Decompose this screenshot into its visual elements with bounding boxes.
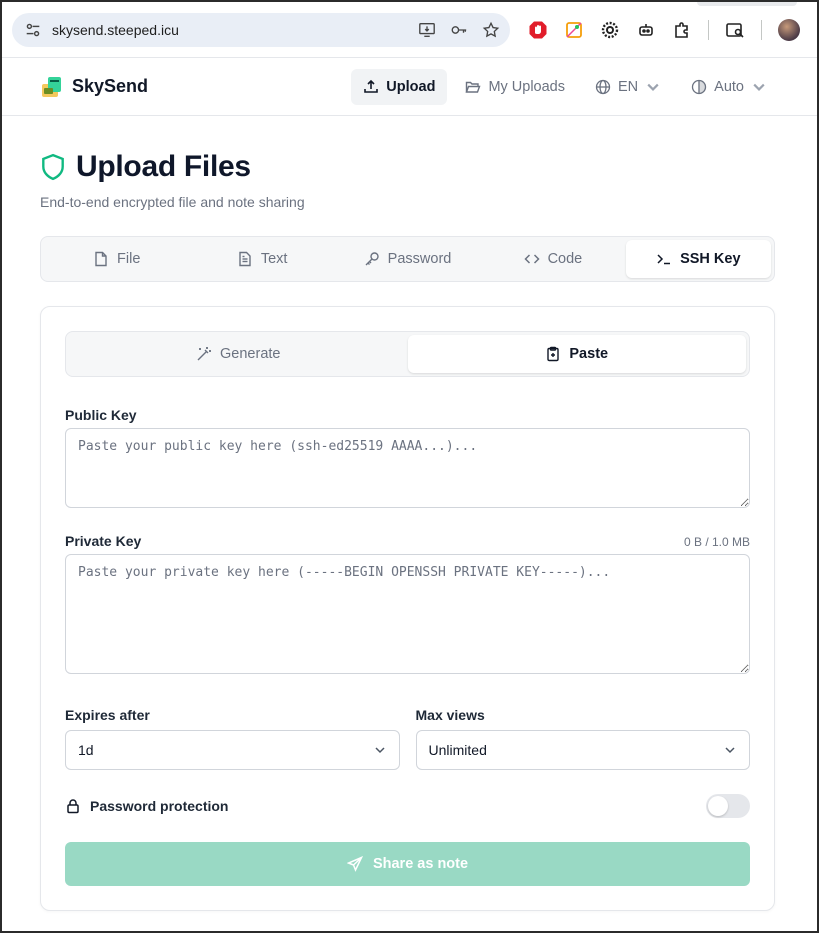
tab-ssh-key[interactable]: SSH Key: [625, 240, 772, 278]
share-as-note-button[interactable]: Share as note: [65, 842, 750, 886]
max-views-label: Max views: [415, 707, 485, 723]
public-key-label: Public Key: [65, 407, 137, 423]
subtab-generate[interactable]: Generate: [69, 335, 408, 373]
expires-field: Expires after 1d: [65, 707, 400, 770]
nav-upload[interactable]: Upload: [351, 68, 448, 105]
skysend-logo-icon: [42, 76, 61, 97]
main-nav: Upload My Uploads EN Auto: [351, 68, 779, 105]
tab-code-label: Code: [547, 251, 583, 267]
main-content: Upload Files End-to-end encrypted file a…: [2, 116, 817, 911]
profile-avatar[interactable]: [778, 18, 800, 41]
toggle-knob: [708, 796, 728, 816]
folder-open-icon: [465, 81, 481, 93]
tab-text[interactable]: Text: [189, 240, 334, 278]
file-icon: [95, 251, 107, 267]
color-picker-extension-icon[interactable]: [564, 20, 584, 40]
chevron-down-icon: [647, 83, 659, 91]
code-icon: [524, 254, 540, 264]
private-key-field: Private Key 0 B / 1.0 MB: [65, 533, 750, 679]
chevron-down-icon: [374, 747, 385, 754]
tab-code[interactable]: Code: [480, 240, 625, 278]
send-icon: [346, 856, 363, 872]
nav-my-uploads-label: My Uploads: [488, 78, 565, 95]
gear-extension-icon[interactable]: [600, 20, 620, 40]
install-app-icon[interactable]: [418, 21, 436, 39]
address-bar[interactable]: skysend.steeped.icu: [12, 12, 510, 47]
language-selector[interactable]: EN: [583, 69, 673, 105]
expires-select[interactable]: 1d: [65, 730, 400, 770]
page-subtitle: End-to-end encrypted file and note shari…: [40, 194, 305, 210]
text-file-icon: [239, 251, 251, 267]
upload-icon: [364, 79, 379, 93]
private-key-label: Private Key: [65, 533, 142, 549]
private-key-label-row: Private Key 0 B / 1.0 MB: [65, 533, 750, 549]
tab-password-label: Password: [387, 251, 452, 267]
toolbar-separator: [708, 19, 709, 40]
subtab-paste[interactable]: Paste: [407, 335, 746, 373]
max-views-select[interactable]: Unlimited: [415, 730, 750, 770]
public-key-label-row: Public Key: [65, 407, 750, 423]
browser-toolbar: skysend.steeped.icu: [2, 2, 817, 58]
theme-selector[interactable]: Auto: [679, 69, 779, 105]
page-title-row: Upload Files: [40, 150, 775, 184]
password-protection-label-group: Password protection: [65, 798, 228, 814]
tab-file[interactable]: File: [44, 240, 189, 278]
tab-password[interactable]: Password: [335, 240, 480, 278]
nav-upload-label: Upload: [386, 78, 436, 95]
bookmark-star-icon[interactable]: [482, 21, 500, 39]
window-tab-strip: [697, 2, 797, 6]
nav-my-uploads[interactable]: My Uploads: [453, 69, 577, 105]
clipboard-icon: [547, 346, 560, 362]
shield-icon: [42, 153, 64, 181]
password-key-icon[interactable]: [450, 21, 468, 39]
lock-icon: [67, 799, 79, 814]
magic-wand-icon: [197, 347, 212, 361]
extensions-puzzle-icon[interactable]: [672, 20, 692, 40]
theme-label: Auto: [714, 78, 744, 95]
public-key-textarea[interactable]: [65, 428, 750, 508]
options-row: Expires after 1d Max views Unlimited: [65, 707, 750, 770]
max-views-value: Unlimited: [428, 742, 487, 758]
chevron-down-icon: [753, 83, 765, 91]
robot-extension-icon[interactable]: [636, 20, 656, 40]
terminal-icon: [657, 254, 671, 265]
adblock-extension-icon[interactable]: [528, 20, 548, 40]
subtab-paste-label: Paste: [569, 346, 609, 362]
brand[interactable]: SkySend: [40, 75, 148, 99]
key-icon: [365, 252, 379, 266]
page-title: Upload Files: [76, 150, 251, 183]
password-protection-row: Password protection: [65, 794, 750, 818]
chevron-down-icon: [725, 747, 735, 754]
tab-file-label: File: [117, 251, 141, 267]
tab-search-icon[interactable]: [725, 20, 745, 40]
password-protection-toggle[interactable]: [706, 794, 750, 818]
app-header: SkySend Upload My Uploads EN Auto: [2, 58, 817, 116]
expires-label: Expires after: [65, 707, 150, 723]
ssh-key-form-card: Generate Paste Public Key Private Key 0 …: [40, 306, 775, 911]
expires-value: 1d: [78, 742, 94, 758]
globe-icon: [595, 79, 611, 94]
tab-text-label: Text: [260, 251, 288, 267]
upload-type-tabs: File Text Password Code SSH Key: [40, 236, 775, 282]
language-label: EN: [618, 78, 639, 95]
subtab-generate-label: Generate: [220, 346, 281, 362]
url-text[interactable]: skysend.steeped.icu: [52, 22, 179, 38]
private-key-size-counter: 0 B / 1.0 MB: [683, 535, 750, 549]
site-settings-icon[interactable]: [24, 21, 42, 39]
theme-contrast-icon: [692, 79, 707, 94]
public-key-field: Public Key: [65, 407, 750, 513]
private-key-textarea[interactable]: [65, 554, 750, 674]
brand-name: SkySend: [72, 76, 149, 96]
password-protection-label: Password protection: [90, 798, 229, 814]
toolbar-separator: [761, 19, 762, 40]
tab-ssh-key-label: SSH Key: [680, 251, 741, 267]
ssh-mode-tabs: Generate Paste: [65, 331, 750, 377]
max-views-field: Max views Unlimited: [415, 707, 750, 770]
share-button-label: Share as note: [372, 856, 469, 872]
